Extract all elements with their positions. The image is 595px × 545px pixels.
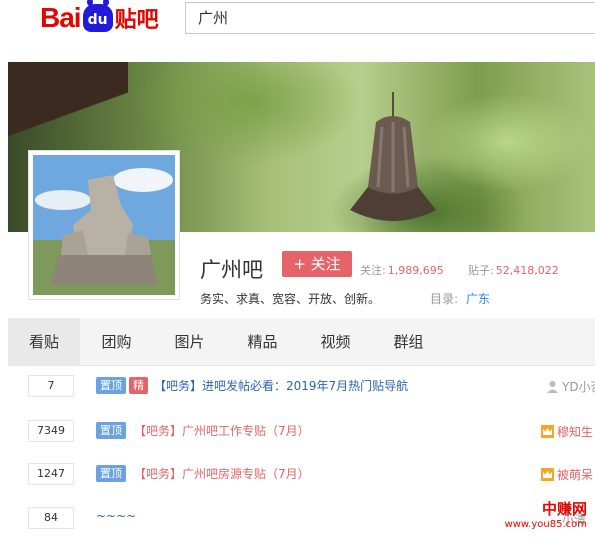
tab-group-buy[interactable]: 团购: [80, 318, 153, 366]
posts-stat: 贴子: 52,418,022: [468, 262, 559, 278]
watermark-url: www.you85.com: [504, 519, 587, 530]
thread-author[interactable]: 穆知生: [541, 423, 593, 440]
thread-author[interactable]: YD小否: [546, 378, 595, 395]
featured-badge: 精: [129, 377, 148, 394]
thread-title[interactable]: 【吧务】广州吧房源专贴（7月）: [134, 465, 310, 482]
logo-suffix: 贴吧: [114, 8, 159, 33]
posts-count: 52,418,022: [495, 264, 559, 277]
author-name: 穆知生: [557, 425, 594, 439]
tab-pictures[interactable]: 图片: [153, 318, 226, 366]
posts-label: 贴子:: [468, 264, 494, 277]
forum-slogan: 务实、求真、宽容、开放、创新。: [200, 292, 381, 306]
person-icon: [546, 380, 559, 393]
followers-stat: 关注: 1,989,695: [360, 262, 444, 278]
reply-count: 7349: [28, 420, 74, 442]
category-link[interactable]: 广东: [466, 292, 490, 306]
watermark: 中赚网 www.you85.com: [505, 498, 587, 530]
tab-groups[interactable]: 群组: [372, 318, 445, 366]
tab-videos[interactable]: 视频: [299, 318, 372, 366]
roof-eave-image: [8, 62, 128, 152]
thread-row: 1247 置顶 【吧务】广州吧房源专贴（7月） 被萌呆: [0, 461, 595, 501]
thread-author[interactable]: 被萌呆: [541, 466, 593, 483]
five-goats-statue-image: [33, 155, 175, 295]
pinned-badge: 置顶: [96, 422, 126, 439]
tab-featured[interactable]: 精品: [226, 318, 299, 366]
thread-row: 7349 置顶 【吧务】广州吧工作专贴（7月） 穆知生: [0, 418, 595, 458]
author-name: YD小否: [562, 380, 595, 394]
baidu-tieba-logo[interactable]: Bai du 贴吧: [40, 0, 159, 34]
author-name: 被萌呆: [557, 468, 594, 482]
pinned-badge: 置顶: [96, 377, 126, 394]
forum-name[interactable]: 广州吧: [200, 254, 263, 284]
thread-title[interactable]: ~~~~: [96, 509, 136, 523]
thread-title[interactable]: 【吧务】进吧发帖必看：2019年7月热门贴导航: [154, 377, 408, 394]
logo-text: Bai: [40, 2, 82, 33]
pinned-badge: 置顶: [96, 465, 126, 482]
forum-avatar[interactable]: [28, 150, 180, 300]
crown-icon: [541, 425, 554, 438]
followers-label: 关注:: [360, 264, 386, 277]
top-bar: Bai du 贴吧 广州: [0, 0, 595, 62]
tab-posts[interactable]: 看贴: [8, 318, 80, 366]
forum-category: 目录: 广东: [430, 290, 490, 307]
category-label: 目录:: [430, 292, 459, 306]
followers-count: 1,989,695: [387, 264, 444, 277]
follow-button[interactable]: + 关注: [282, 251, 352, 277]
thread-title[interactable]: 【吧务】广州吧工作专贴（7月）: [134, 422, 310, 439]
reply-count: 7: [28, 375, 74, 397]
thread-row: 7 置顶 精 【吧务】进吧发帖必看：2019年7月热门贴导航 YD小否: [0, 373, 595, 413]
watermark-title: 中赚网: [541, 500, 587, 518]
forum-tabs: 看贴 团购 图片 精品 视频 群组: [8, 318, 595, 366]
forum-info: 广州吧 + 关注 关注: 1,989,695 贴子: 52,418,022 务实、求…: [180, 232, 595, 318]
crown-icon: [541, 468, 554, 481]
bell-image: [350, 92, 436, 221]
search-input[interactable]: 广州: [185, 2, 595, 34]
logo-badge: du: [82, 0, 113, 32]
reply-count: 84: [28, 507, 74, 529]
reply-count: 1247: [28, 463, 74, 485]
